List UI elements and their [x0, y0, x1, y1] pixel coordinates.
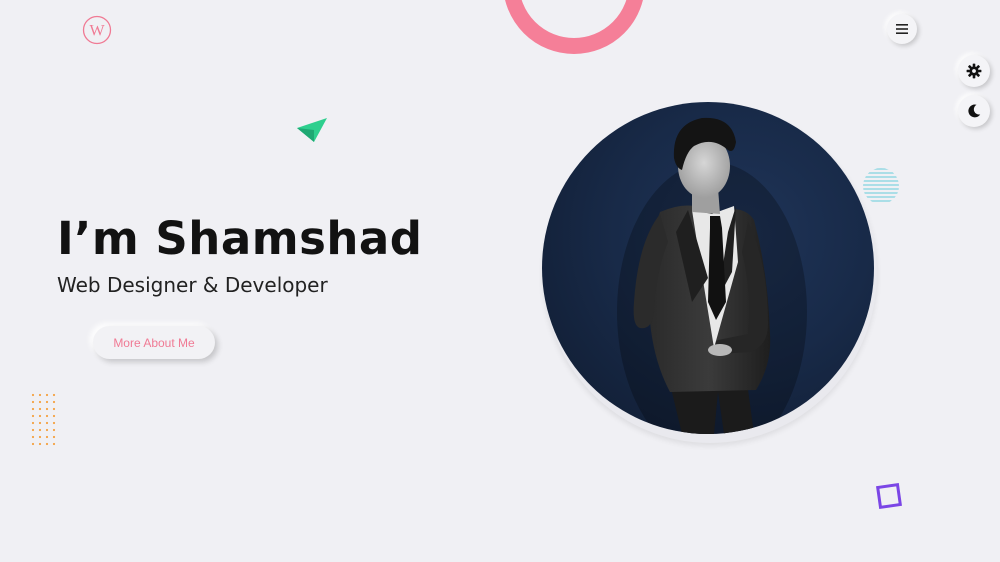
menu-button[interactable]: [887, 14, 917, 44]
logo-icon: W: [82, 15, 112, 45]
hero-subtitle: Web Designer & Developer: [57, 273, 328, 297]
logo-letter: W: [89, 23, 105, 40]
cyan-striped-circle-decoration: [863, 168, 899, 202]
site-logo[interactable]: W: [82, 15, 112, 45]
hamburger-menu-icon: [896, 24, 908, 34]
portrait-container: [540, 100, 880, 445]
green-triangle-decoration: [297, 118, 327, 142]
orange-dot-grid-decoration: [31, 393, 56, 446]
dark-mode-toggle[interactable]: [958, 95, 990, 127]
portrait-photo: [542, 102, 874, 434]
purple-square-decoration: [876, 483, 902, 509]
moon-icon: [968, 104, 981, 118]
settings-button[interactable]: [958, 55, 990, 87]
more-about-me-button[interactable]: More About Me: [93, 326, 215, 359]
gear-icon: [966, 63, 982, 79]
landing-page: W I’m Shamshad Web Designer & Developer …: [0, 0, 1000, 562]
pink-ring-decoration: [503, 0, 645, 54]
hero-title: I’m Shamshad: [57, 212, 423, 265]
person-silhouette: [617, 117, 807, 434]
